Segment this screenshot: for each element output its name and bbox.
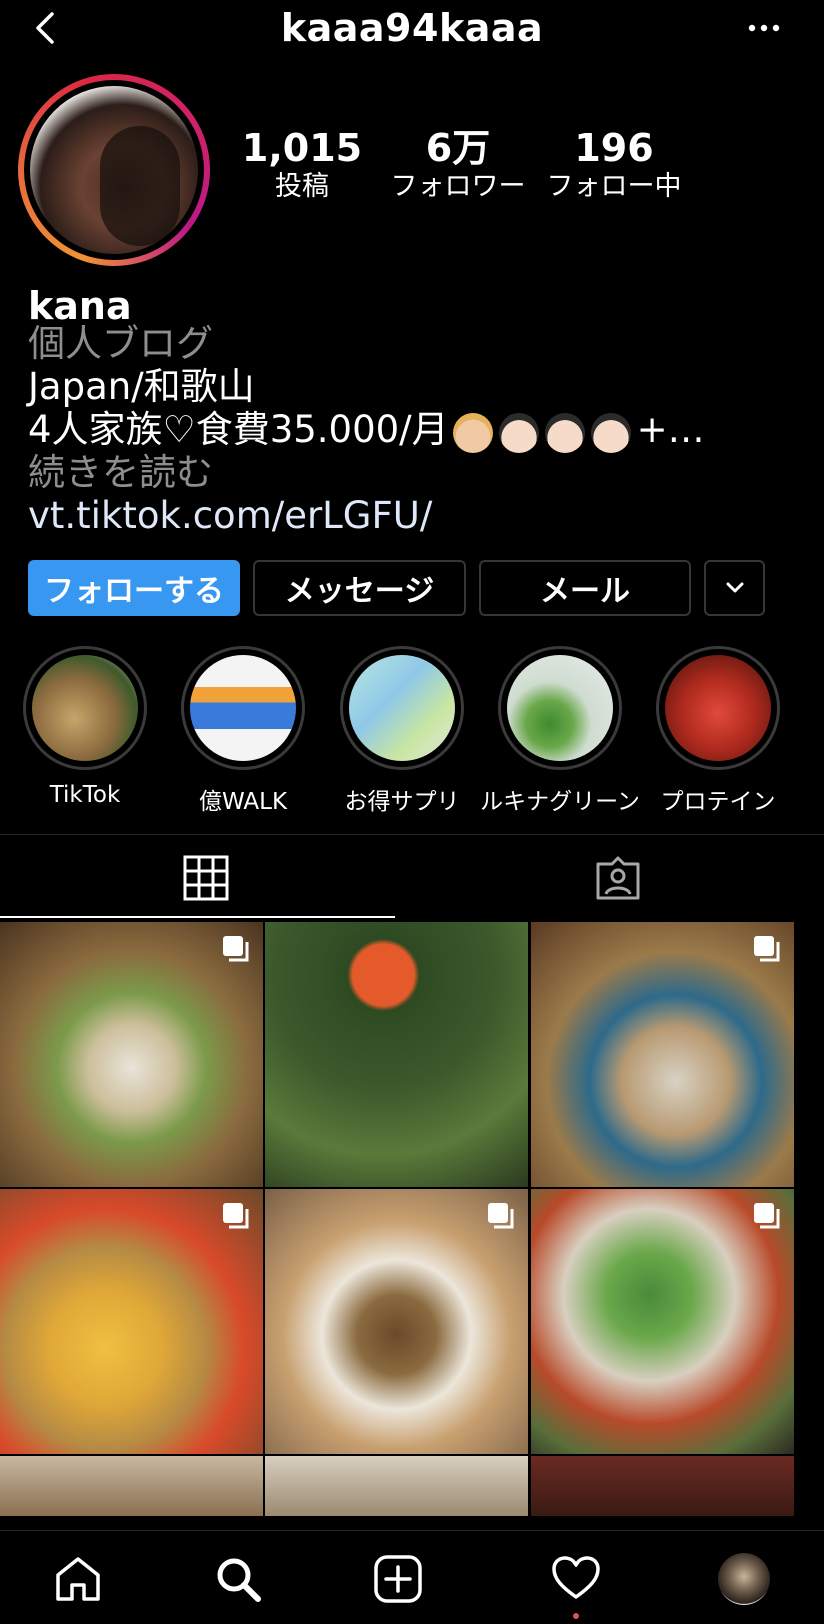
highlight-protein[interactable]: プロテイン: [638, 646, 798, 816]
grid-icon: [183, 855, 229, 901]
bio-family-line: 4人家族♡食費35.000/月 +…: [28, 408, 705, 454]
home-icon[interactable]: [52, 1553, 104, 1605]
top-bar: kaaa94kaaa: [0, 0, 824, 60]
highlight-okuwalk[interactable]: 億WALK: [163, 646, 323, 816]
post-thumbnail[interactable]: [265, 922, 528, 1187]
post-thumbnail[interactable]: [265, 1189, 528, 1454]
man-emoji-icon: [452, 413, 493, 454]
girl-emoji-icon: [544, 413, 585, 454]
highlight-cover: [665, 655, 771, 761]
post-thumbnail[interactable]: [0, 922, 263, 1187]
following-count[interactable]: 196 フォロー中: [534, 126, 694, 204]
highlight-label: ルキナグリーン: [480, 789, 640, 815]
highlight-tiktok[interactable]: TikTok: [5, 646, 165, 808]
post-thumbnail[interactable]: [531, 1456, 794, 1516]
highlight-cover: [507, 655, 613, 761]
boy-emoji-icon: [498, 413, 539, 454]
new-post-icon[interactable]: [372, 1553, 424, 1605]
followers-count-label: フォロワー: [390, 171, 526, 202]
posts-count[interactable]: 1,015 投稿: [222, 126, 382, 204]
profile-avatar-tab[interactable]: [718, 1553, 770, 1605]
more-options-icon[interactable]: [744, 18, 784, 38]
activity-heart-icon[interactable]: [550, 1553, 602, 1605]
highlight-cover: [349, 655, 455, 761]
post-thumbnail[interactable]: [531, 922, 794, 1187]
posts-count-value: 1,015: [241, 126, 363, 170]
story-ring[interactable]: [18, 74, 210, 266]
tab-tagged[interactable]: [412, 836, 824, 920]
followers-count-value: 6万: [425, 126, 491, 170]
highlight-label: 億WALK: [198, 789, 288, 815]
highlight-supplement[interactable]: お得サプリ: [322, 646, 482, 816]
post-thumbnail[interactable]: [0, 1456, 263, 1516]
profile-avatar[interactable]: [30, 86, 198, 254]
woman-emoji-icon: [590, 413, 631, 454]
email-button[interactable]: メール: [479, 560, 691, 616]
bio-location: Japan/和歌山: [28, 365, 255, 408]
multiple-photos-icon: [754, 936, 780, 962]
username-title: kaaa94kaaa: [280, 6, 544, 50]
highlight-cover: [32, 655, 138, 761]
profile-website-link[interactable]: vt.tiktok.com/erLGFU/: [28, 494, 432, 537]
post-thumbnail[interactable]: [0, 1189, 263, 1454]
bottom-navigation: [0, 1530, 824, 1624]
follow-button[interactable]: フォローする: [28, 560, 240, 616]
highlight-label: TikTok: [49, 782, 121, 808]
family-emoji-group: [452, 410, 637, 454]
tagged-person-icon: [596, 856, 640, 900]
multiple-photos-icon: [223, 936, 249, 962]
active-tab-indicator: [0, 916, 395, 918]
chevron-down-icon: [726, 582, 743, 593]
highlight-label: お得サプリ: [344, 789, 460, 815]
highlight-cover: [190, 655, 296, 761]
posts-count-label: 投稿: [275, 171, 329, 202]
highlight-lukina-green[interactable]: ルキナグリーン: [480, 646, 640, 816]
post-thumbnail[interactable]: [531, 1189, 794, 1454]
read-more-link[interactable]: 続きを読む: [28, 451, 213, 494]
multiple-photos-icon: [754, 1203, 780, 1229]
section-divider: [0, 834, 824, 835]
notification-dot: [573, 1613, 579, 1619]
profile-category: 個人ブログ: [28, 322, 213, 365]
following-count-value: 196: [574, 126, 654, 170]
suggested-accounts-button[interactable]: [704, 560, 765, 616]
bio-family-text: 4人家族♡食費35.000/月: [28, 408, 449, 451]
post-thumbnail[interactable]: [265, 1456, 528, 1516]
tab-posts-grid[interactable]: [0, 836, 412, 920]
bio-family-suffix: +…: [636, 408, 705, 451]
followers-count[interactable]: 6万 フォロワー: [378, 126, 538, 204]
highlight-label: プロテイン: [660, 789, 776, 815]
search-icon[interactable]: [212, 1553, 264, 1605]
following-count-label: フォロー中: [546, 171, 682, 202]
multiple-photos-icon: [488, 1203, 514, 1229]
multiple-photos-icon: [223, 1203, 249, 1229]
message-button[interactable]: メッセージ: [253, 560, 466, 616]
